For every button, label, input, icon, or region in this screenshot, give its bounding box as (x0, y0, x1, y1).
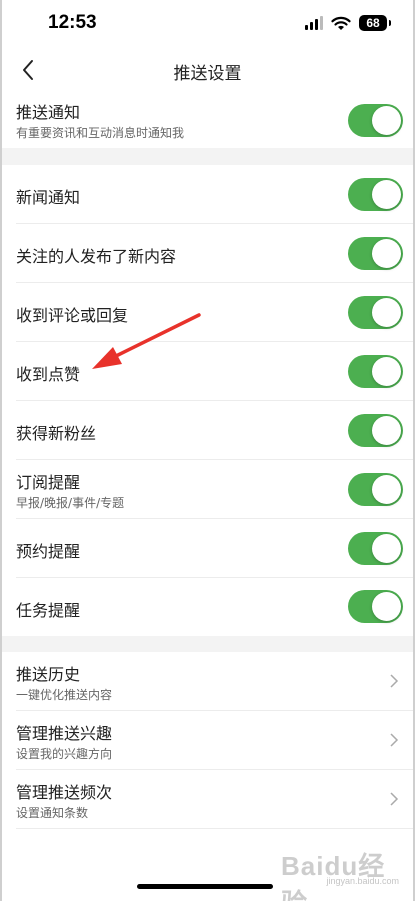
list-item: 新闻通知 (2, 165, 413, 224)
chevron-right-icon (390, 792, 399, 806)
row-title: 管理推送兴趣 (16, 724, 113, 743)
row-subtitle: 早报/晚报/事件/专题 (16, 496, 125, 510)
home-indicator[interactable] (137, 884, 273, 889)
push-history-row[interactable]: 推送历史 一键优化推送内容 (2, 652, 413, 711)
subscription-reminder-toggle[interactable] (348, 473, 403, 506)
status-time: 12:53 (48, 12, 97, 33)
comment-reply-toggle[interactable] (348, 296, 403, 329)
status-bar: 12:53 68 (2, 0, 413, 50)
push-notification-toggle[interactable] (348, 104, 403, 137)
row-title: 新闻通知 (16, 188, 81, 207)
section-gap (2, 636, 413, 652)
row-subtitle: 一键优化推送内容 (16, 688, 113, 702)
watermark-logo: Baidu经验 (281, 851, 386, 901)
row-subtitle: 有重要资讯和互动消息时通知我 (16, 126, 185, 140)
battery-icon: 68 (359, 15, 391, 31)
status-icons: 68 (305, 15, 391, 31)
new-followers-toggle[interactable] (348, 414, 403, 447)
section-gap (2, 148, 413, 165)
list-item: 获得新粉丝 (2, 401, 413, 460)
page-title: 推送设置 (173, 64, 242, 84)
list-item: 预约提醒 (2, 519, 413, 578)
row-title: 预约提醒 (16, 542, 81, 561)
list-item: 订阅提醒 早报/晚报/事件/专题 (2, 460, 413, 519)
list-item: 收到评论或回复 (2, 283, 413, 342)
push-notification-row: 推送通知 有重要资讯和互动消息时通知我 (2, 90, 413, 148)
manage-interests-row[interactable]: 管理推送兴趣 设置我的兴趣方向 (2, 711, 413, 770)
row-title: 收到评论或回复 (16, 306, 129, 325)
list-item: 收到点赞 (2, 342, 413, 401)
news-notification-toggle[interactable] (348, 178, 403, 211)
manage-frequency-row[interactable]: 管理推送频次 设置通知条数 (2, 770, 413, 829)
row-title: 获得新粉丝 (16, 424, 97, 443)
watermark: Baidu经验 jingyan.baidu.com (281, 846, 401, 901)
nav-bar: 推送设置 (2, 50, 413, 90)
wifi-icon (331, 16, 351, 30)
row-subtitle: 设置通知条数 (16, 806, 89, 820)
row-title: 推送通知 (16, 103, 81, 122)
task-reminder-toggle[interactable] (348, 590, 403, 623)
battery-level: 68 (366, 16, 380, 30)
followed-content-toggle[interactable] (348, 237, 403, 270)
likes-toggle[interactable] (348, 355, 403, 388)
list-item: 关注的人发布了新内容 (2, 224, 413, 283)
row-title: 订阅提醒 (16, 473, 81, 492)
watermark-url: jingyan.baidu.com (326, 876, 399, 886)
row-title: 关注的人发布了新内容 (16, 247, 177, 266)
chevron-right-icon (390, 674, 399, 688)
row-title: 任务提醒 (16, 601, 81, 620)
signal-icon (305, 16, 323, 30)
row-title: 收到点赞 (16, 365, 81, 384)
row-title: 管理推送频次 (16, 783, 113, 802)
row-subtitle: 设置我的兴趣方向 (16, 747, 113, 761)
chevron-right-icon (390, 733, 399, 747)
appointment-reminder-toggle[interactable] (348, 532, 403, 565)
row-title: 推送历史 (16, 665, 81, 684)
list-item: 任务提醒 (2, 578, 413, 636)
